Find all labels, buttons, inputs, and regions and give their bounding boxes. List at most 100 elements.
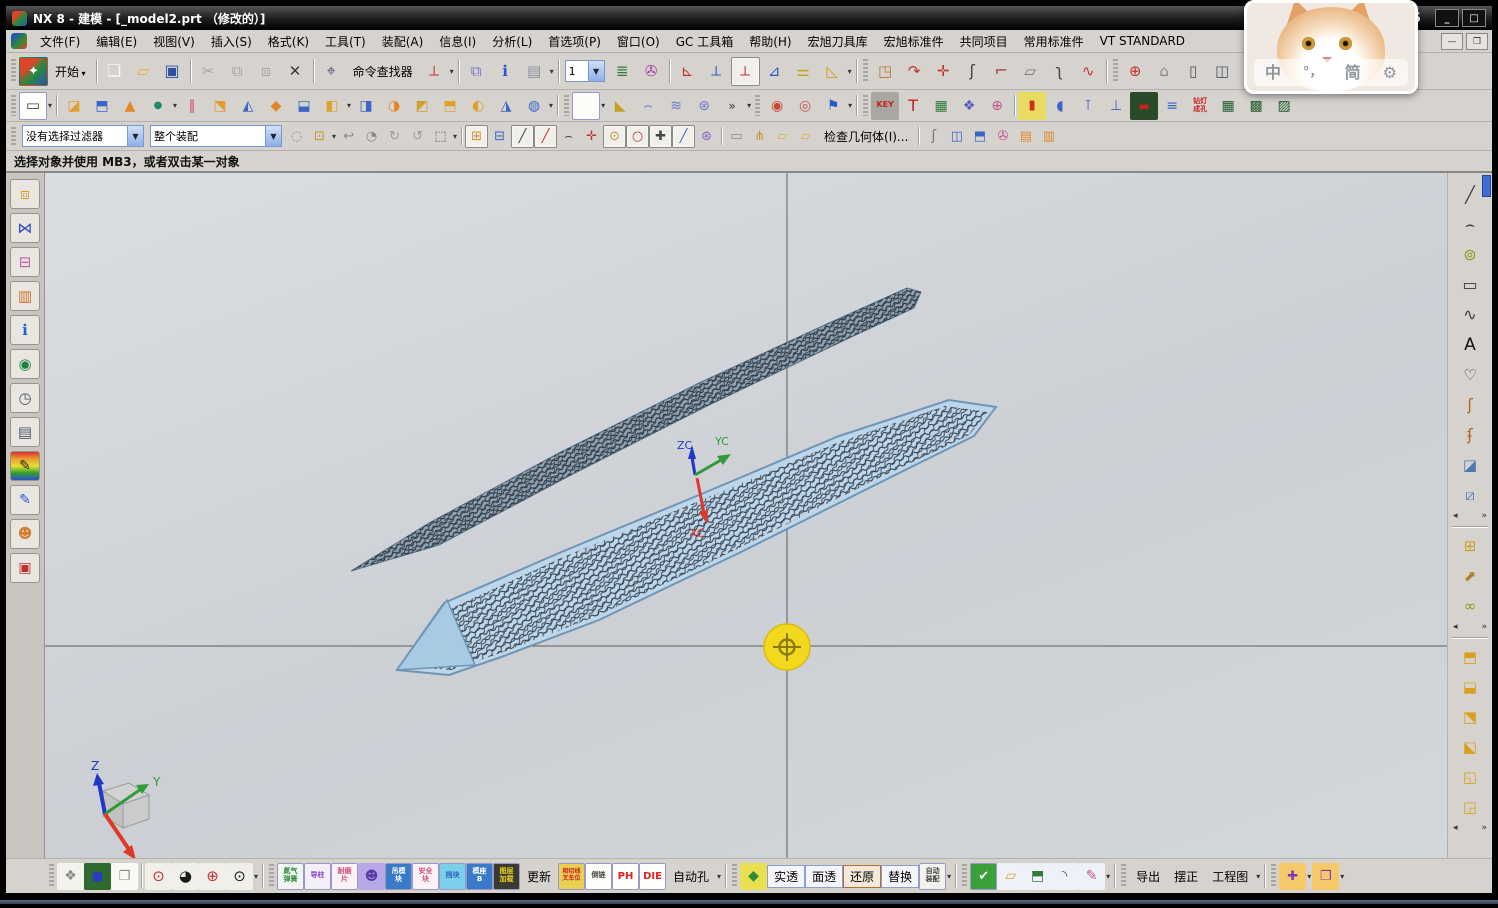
wear-plate-button[interactable]: 耐磨片	[331, 862, 359, 890]
through-curves-icon[interactable]: ≋	[662, 92, 690, 120]
snap-view-icon[interactable]: ⊾	[673, 57, 702, 86]
gem-diamond-icon[interactable]: ◆	[740, 862, 768, 890]
sphere-select-icon[interactable]: ◔	[360, 125, 383, 148]
mold-tool5-icon[interactable]: ◱	[1455, 763, 1485, 791]
part-navigator-icon[interactable]: ⊟	[10, 247, 40, 277]
sketch-icon[interactable]: ▭	[19, 91, 47, 120]
check-ok-icon[interactable]: ✔	[970, 862, 998, 890]
toolbar-grip[interactable]	[49, 864, 54, 888]
circle-icon[interactable]: ⊚	[1455, 241, 1485, 269]
copy-icon[interactable]: ⧉	[223, 57, 252, 86]
wave-pattern-icon[interactable]: ⊕	[983, 92, 1011, 120]
examine-geometry-button[interactable]: 检查几何体(I)...	[817, 125, 915, 148]
highlight-dropdown[interactable]: ▾	[332, 132, 336, 141]
graphics-viewport[interactable]: ZC YC XC Z Y	[45, 173, 1447, 858]
menu-vt-standard[interactable]: VT STANDARD	[1092, 31, 1193, 51]
add-component-icon[interactable]: ⊞	[1455, 532, 1485, 560]
toolbar-grip[interactable]	[1112, 59, 1118, 83]
curve-toolbar-scroll[interactable]: ◂»	[1448, 511, 1492, 521]
move-component-icon[interactable]: ⬈	[1455, 562, 1485, 590]
box-select-dropdown[interactable]: ▾	[453, 132, 457, 141]
delete-icon[interactable]: ✕	[281, 57, 310, 86]
more-dropdown[interactable]: ▾	[747, 101, 751, 110]
paste-icon[interactable]: ⧈	[252, 57, 281, 86]
toolbar-grip[interactable]	[863, 95, 869, 116]
mold-tool2-icon[interactable]: ⬓	[1455, 673, 1485, 701]
toolbar-grip[interactable]	[564, 95, 570, 116]
toolbar-grip[interactable]	[732, 864, 738, 888]
csys-icon[interactable]: ⟂	[420, 57, 449, 86]
die-face-icon[interactable]: ☻	[358, 862, 386, 890]
menu-hongxu-standard[interactable]: 宏旭标准件	[876, 30, 952, 53]
mold-toolbar-scroll[interactable]: ◂»	[1448, 823, 1492, 833]
green-block3-icon[interactable]: ▨	[1270, 92, 1298, 120]
cylinder-analysis-icon[interactable]: ◫	[945, 125, 968, 148]
polyline-icon[interactable]: ∿	[1455, 301, 1485, 329]
flag-dropdown[interactable]: ▾	[848, 101, 852, 110]
snap-center-icon[interactable]: ⊙	[603, 124, 627, 148]
revolve-icon[interactable]: ◭	[234, 92, 262, 120]
child-minimize-button[interactable]: —	[1441, 33, 1463, 50]
cross-curve-icon[interactable]: ✛	[929, 57, 958, 86]
wcs-save-icon[interactable]: ⊿	[760, 57, 789, 86]
sphere-feature-icon[interactable]: ◍	[520, 92, 548, 120]
toolbar-grip[interactable]	[269, 864, 275, 888]
menu-hongxu-tool-lib[interactable]: 宏旭刀具库	[800, 30, 876, 53]
boss-icon[interactable]: ⌂	[1150, 57, 1179, 86]
internet-explorer-icon[interactable]: ℹ	[10, 315, 40, 345]
auto-hole-button[interactable]: 自动孔	[666, 865, 716, 888]
spring-coil-icon[interactable]: ≡	[1158, 92, 1186, 120]
system-scenes-icon[interactable]: ✎	[10, 485, 40, 515]
black-dot-icon[interactable]: ⊙	[226, 862, 253, 890]
cut-icon[interactable]: ✂	[194, 57, 223, 86]
menu-insert[interactable]: 插入(S)	[203, 30, 260, 53]
mold-tool1-icon[interactable]: ⬒	[1455, 643, 1485, 671]
export-dropdown[interactable]: ▾	[1256, 872, 1260, 881]
arc-icon[interactable]: ⌢	[1455, 211, 1485, 239]
snap-plus-icon[interactable]: ✚	[649, 124, 673, 148]
user-groups-icon[interactable]: ☻	[10, 519, 40, 549]
bounded-plane-icon[interactable]: ▱	[572, 91, 601, 120]
extrude-icon[interactable]: ▲	[116, 92, 144, 120]
start-button[interactable]: 开始 ▾	[48, 60, 93, 83]
open-icon[interactable]: ▱	[129, 57, 158, 86]
ime-punctuation-indicator[interactable]: °，	[1303, 66, 1323, 79]
stop-block-button[interactable]: 挡块	[439, 862, 467, 890]
bend-feature-icon[interactable]: ◆	[262, 92, 290, 120]
mold-check-icon[interactable]: ❖	[955, 92, 983, 120]
menu-edit[interactable]: 编辑(E)	[88, 30, 145, 53]
center-hole-icon[interactable]: ⊕	[1121, 57, 1150, 86]
electrode-green-icon[interactable]: ▦	[927, 92, 955, 120]
box-analysis-icon[interactable]: ⬒	[968, 125, 991, 148]
selection-filter-combo[interactable]: 没有选择过滤器 ▼	[22, 125, 144, 147]
datum-plane-icon[interactable]: ◪	[60, 92, 88, 120]
layer-settings-icon[interactable]: ≣	[608, 57, 637, 86]
sheet-pair-icon[interactable]: ⬓	[290, 92, 318, 120]
key-icon[interactable]: KEY	[871, 91, 900, 120]
snap-slash-icon[interactable]: ╱	[672, 124, 696, 148]
reuse-library-icon[interactable]: ▥	[10, 281, 40, 311]
new-file-icon[interactable]: ❏	[100, 57, 129, 86]
folder-open1-icon[interactable]: ▱	[771, 125, 794, 148]
auto-assemble-icon[interactable]: 自动 装配	[919, 862, 947, 890]
studio-spline-icon[interactable]: ♡	[1455, 361, 1485, 389]
line-icon[interactable]: ╱	[1455, 181, 1485, 209]
branch-icon[interactable]: ⋔	[748, 125, 771, 148]
solid-translucent-button[interactable]: 实透	[767, 864, 806, 888]
toolbar-grip[interactable]	[11, 126, 16, 146]
draft-icon[interactable]: ◨	[352, 92, 380, 120]
straighten-button[interactable]: 摆正	[1167, 865, 1205, 888]
toolbar-grip[interactable]	[11, 59, 16, 83]
toolbar-grip[interactable]	[1121, 864, 1127, 888]
menu-tools[interactable]: 工具(T)	[317, 30, 374, 53]
constraint-navigator-icon[interactable]: ⋈	[10, 213, 40, 243]
view-style-icon[interactable]: ✇	[637, 57, 666, 86]
auto-assemble-dropdown[interactable]: ▾	[947, 872, 951, 881]
pin-box-icon[interactable]: ◫	[1208, 57, 1237, 86]
toolbar-grip[interactable]	[862, 59, 868, 83]
work-view-icon[interactable]: ■	[84, 862, 111, 890]
swept-sheet-icon[interactable]: ⊛	[690, 92, 718, 120]
assembly-navigator-icon[interactable]: ⧈	[10, 179, 40, 209]
folder-open2-icon[interactable]: ▱	[794, 125, 817, 148]
export-key-icon[interactable]: ◳	[871, 57, 900, 86]
